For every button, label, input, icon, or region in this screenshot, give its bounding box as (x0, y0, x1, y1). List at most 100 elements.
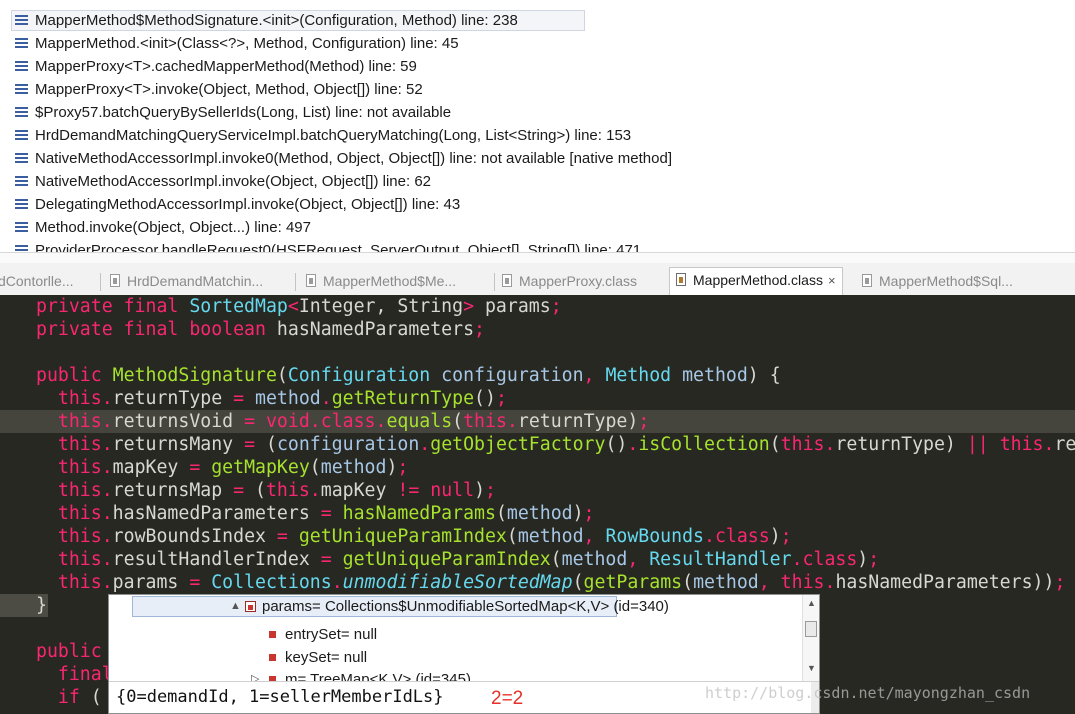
code-line[interactable]: this.mapKey = getMapKey(method); (0, 456, 1075, 479)
stack-frame[interactable]: NativeMethodAccessorImpl.invoke0(Method,… (0, 147, 1075, 170)
code-token: final (123, 296, 190, 317)
code-token: class (320, 411, 376, 432)
stack-frame-label: $Proxy57.batchQueryBySellerIds(Long, Lis… (35, 104, 452, 121)
code-token: method (693, 572, 759, 593)
stack-frame[interactable]: HrdDemandMatchingQueryServiceImpl.batchQ… (0, 124, 1075, 147)
code-token: returnsMany (112, 434, 245, 455)
code-line-text: this.returnsVoid = void.class.equals(thi… (36, 410, 649, 433)
tab-label: MapperMethod.class (693, 272, 823, 288)
code-line-text: this.returnsMap = (this.mapKey != null); (36, 479, 496, 502)
variable-tree[interactable]: ▲ params= Collections$UnmodifiableSorted… (109, 595, 819, 681)
detail-value-text[interactable]: {0=demandId, 1=sellerMemberIdLs} (116, 687, 444, 707)
tab-mapper-method-active[interactable]: MapperMethod.class × (669, 267, 843, 296)
tab-label: HrdDemandMatchin... (127, 273, 264, 289)
expand-arrow-icon[interactable]: ▷ (251, 668, 259, 681)
code-token: hasNamedParams (342, 503, 496, 524)
code-token: . (101, 572, 113, 593)
tab-controller[interactable]: dContorlle... (0, 269, 73, 296)
tab-close-icon[interactable]: × (828, 268, 836, 293)
code-line[interactable] (0, 341, 1075, 364)
code-token: || (966, 434, 1000, 455)
scroll-up-icon[interactable]: ▲ (807, 598, 816, 608)
stack-frame-label: Method.invoke(Object, Object...) line: 4… (35, 219, 311, 236)
code-token: method (682, 365, 748, 386)
code-token: if (57, 687, 91, 708)
tab-mapper-method-sql[interactable]: MapperMethod$Sql... (862, 269, 1013, 296)
code-token: ( (550, 549, 562, 570)
stack-frame-icon (15, 245, 28, 252)
stack-frame[interactable]: MapperProxy<T>.invoke(Object, Method, Ob… (0, 78, 1075, 101)
stack-frame-label: MapperProxy<T>.invoke(Object, Method, Ob… (35, 81, 423, 98)
tab-label: dContorlle... (0, 273, 74, 289)
code-line[interactable]: this.params = Collections.unmodifiableSo… (0, 571, 1075, 594)
code-line[interactable]: this.returnsMap = (this.mapKey != null); (0, 479, 1075, 502)
tree-scrollbar[interactable]: ▲ ▼ (802, 595, 819, 681)
code-token: . (824, 572, 836, 593)
stack-frame[interactable]: ProviderProcessor.handleRequest0(HSFRequ… (0, 239, 1075, 252)
code-token: null (430, 480, 475, 501)
code-token: ; (495, 388, 507, 409)
scroll-thumb[interactable] (805, 621, 817, 637)
stack-frame[interactable]: Method.invoke(Object, Object...) line: 4… (0, 216, 1075, 239)
code-token: returnType (1054, 434, 1075, 455)
code-token: , (583, 365, 606, 386)
code-line-text: final (36, 663, 113, 686)
code-token: public (36, 641, 113, 662)
code-token: mapKey (320, 480, 398, 501)
tab-hrd-demand-matching[interactable]: HrdDemandMatchin... (110, 269, 263, 296)
code-token: params (484, 296, 551, 317)
stack-frame[interactable]: MapperMethod.<init>(Class<?>, Method, Co… (0, 32, 1075, 55)
stack-frame[interactable]: $Proxy57.batchQueryBySellerIds(Long, Lis… (0, 101, 1075, 124)
collapse-arrow-icon[interactable]: ▲ (230, 595, 241, 618)
code-token: returnType) (517, 411, 639, 432)
code-token: . (331, 572, 343, 593)
code-token: public (36, 365, 113, 386)
code-line[interactable]: this.returnType = method.getReturnType()… (0, 387, 1075, 410)
code-token: this (57, 388, 102, 409)
code-line-text: private final boolean hasNamedParameters… (36, 318, 485, 341)
code-token: . (101, 411, 113, 432)
stack-frame[interactable]: DelegatingMethodAccessorImpl.invoke(Obje… (0, 193, 1075, 216)
code-line[interactable]: private final SortedMap<Integer, String>… (0, 295, 1075, 318)
code-line[interactable]: public MethodSignature(Configuration con… (0, 364, 1075, 387)
code-line-text: public (36, 640, 113, 663)
stack-frame[interactable]: NativeMethodAccessorImpl.invoke(Object, … (0, 170, 1075, 193)
code-token: ; (780, 526, 792, 547)
stack-frame-icon (15, 107, 28, 118)
stack-frame[interactable]: MapperProxy<T>.cachedMapperMethod(Method… (0, 55, 1075, 78)
code-line-text: this.returnsMany = (configuration.getObj… (36, 433, 1075, 456)
code-line[interactable]: this.hasNamedParameters = hasNamedParams… (0, 502, 1075, 525)
code-token: this (57, 526, 102, 547)
stack-frame[interactable]: MapperMethod$MethodSignature.<init>(Conf… (0, 9, 1075, 32)
code-line[interactable]: this.rowBoundsIndex = getUniqueParamInde… (0, 525, 1075, 548)
code-token: this (57, 411, 102, 432)
code-line[interactable]: private final boolean hasNamedParameters… (0, 318, 1075, 341)
code-token: ; (550, 296, 562, 317)
code-token: configuration (276, 434, 420, 455)
code-token: ( (276, 365, 288, 386)
code-line[interactable]: this.returnsMany = (configuration.getObj… (0, 433, 1075, 456)
stack-frame-icon (15, 15, 28, 26)
code-line-text: } (36, 594, 47, 617)
code-line[interactable]: this.returnsVoid = void.class.equals(thi… (0, 410, 1075, 433)
code-token: . (627, 434, 639, 455)
code-token: boolean (189, 319, 277, 340)
code-token: this (57, 480, 102, 501)
code-token: . (704, 526, 715, 547)
code-token: ) (572, 503, 584, 524)
tree-node-entryset[interactable]: entrySet= null (269, 623, 377, 646)
code-token: () (605, 434, 628, 455)
tab-mapper-method-signature[interactable]: MapperMethod$Me... (306, 269, 456, 296)
code-line[interactable]: this.resultHandlerIndex = getUniqueParam… (0, 548, 1075, 571)
tree-node-m[interactable]: ▷ m= TreeMap<K,V> (id=345) (251, 668, 471, 681)
code-token: final (123, 319, 190, 340)
tab-mapper-proxy[interactable]: MapperProxy.class (502, 269, 637, 296)
tree-node-params[interactable]: ▲ params= Collections$UnmodifiableSorted… (230, 595, 669, 618)
scroll-down-icon[interactable]: ▼ (807, 663, 816, 673)
tree-node-keyset[interactable]: keySet= null (269, 646, 367, 669)
code-token: . (419, 434, 431, 455)
